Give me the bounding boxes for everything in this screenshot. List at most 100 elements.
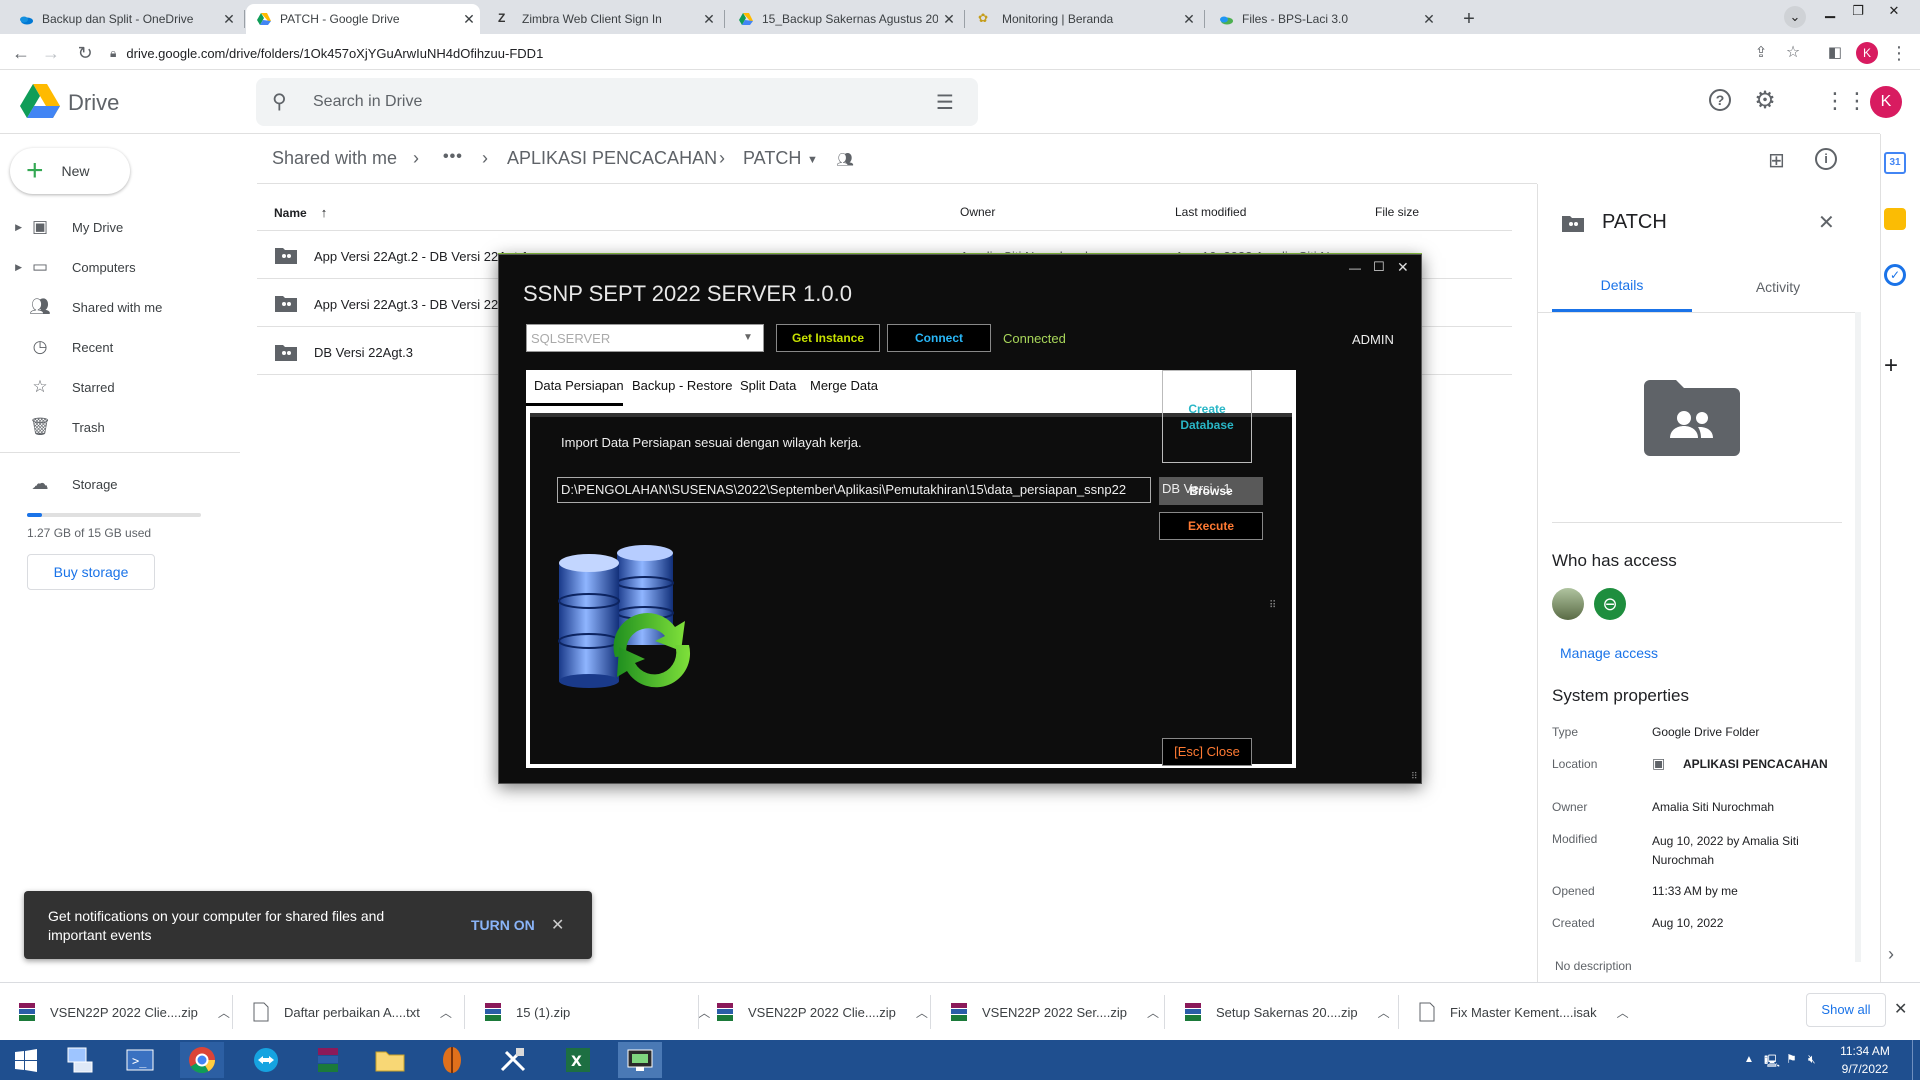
- clock-time[interactable]: 11:34 AM: [1830, 1044, 1900, 1058]
- column-header-owner[interactable]: Owner: [960, 205, 995, 219]
- app-minimize-button[interactable]: —: [1349, 261, 1361, 275]
- apps-grid-icon[interactable]: ⋮⋮: [1824, 88, 1868, 114]
- bookmark-star-icon[interactable]: ☆: [1782, 42, 1804, 64]
- chevron-up-icon[interactable]: ︿: [916, 1004, 928, 1021]
- download-item[interactable]: Fix Master Kement....isak ︿: [1418, 995, 1629, 1029]
- path-input[interactable]: D:\PENGOLAHAN\SUSENAS\2022\September\Apl…: [557, 477, 1151, 503]
- ssnp-app-icon[interactable]: [618, 1042, 662, 1078]
- chevron-up-icon[interactable]: ︿: [440, 1004, 452, 1021]
- keep-icon[interactable]: [1884, 208, 1906, 230]
- search-options-icon[interactable]: ☰: [936, 90, 954, 115]
- download-item[interactable]: VSEN22P 2022 Clie....zip ︿: [716, 995, 928, 1029]
- chevron-up-icon[interactable]: ︿: [1378, 1004, 1390, 1021]
- close-icon[interactable]: ✕: [938, 11, 960, 28]
- side-panel-icon[interactable]: ◧: [1824, 42, 1846, 64]
- download-item[interactable]: VSEN22P 2022 Clie....zip ︿: [18, 995, 230, 1029]
- close-details-icon[interactable]: ✕: [1818, 210, 1835, 235]
- close-icon[interactable]: ✕: [1178, 11, 1200, 28]
- manage-access-link[interactable]: Manage access: [1560, 645, 1658, 661]
- expand-caret-icon[interactable]: ▶: [0, 222, 28, 233]
- chevron-up-icon[interactable]: ︿: [218, 1004, 230, 1021]
- app-maximize-button[interactable]: ☐: [1373, 259, 1385, 275]
- download-item[interactable]: 15 (1).zip ︿: [484, 995, 710, 1029]
- tools-icon[interactable]: [492, 1042, 536, 1078]
- browser-tab-laci[interactable]: Files - BPS-Laci 3.0 ✕: [1208, 4, 1440, 34]
- help-icon[interactable]: ?: [1709, 89, 1731, 111]
- winrar-icon[interactable]: [306, 1042, 350, 1078]
- link-icon[interactable]: ⊖: [1594, 588, 1626, 620]
- new-button[interactable]: + New: [10, 148, 130, 194]
- share-icon[interactable]: ⇪: [1750, 42, 1772, 64]
- download-item[interactable]: VSEN22P 2022 Ser....zip ︿: [950, 995, 1159, 1029]
- show-desktop-button[interactable]: [1912, 1040, 1920, 1080]
- calendar-icon[interactable]: 31: [1884, 152, 1906, 174]
- minimize-button[interactable]: ▁: [1820, 2, 1840, 20]
- close-icon[interactable]: ✕: [1418, 11, 1440, 28]
- info-icon[interactable]: i: [1815, 148, 1837, 170]
- turn-on-button[interactable]: TURN ON: [471, 917, 535, 933]
- sidebar-item-storage[interactable]: ☁ Storage: [0, 464, 240, 504]
- column-header-size[interactable]: File size: [1375, 205, 1419, 219]
- settings-gear-icon[interactable]: ⚙: [1752, 88, 1778, 114]
- reload-icon[interactable]: ↻: [74, 42, 96, 64]
- sidebar-item-starred[interactable]: ☆ Starred: [0, 367, 240, 407]
- network-computer-icon[interactable]: [58, 1042, 102, 1078]
- excel-icon[interactable]: X: [556, 1042, 600, 1078]
- chrome-icon[interactable]: [180, 1042, 224, 1078]
- sidebar-item-trash[interactable]: 🗑︎ Trash: [0, 407, 240, 447]
- expand-caret-icon[interactable]: ▶: [0, 262, 28, 273]
- chevron-up-icon[interactable]: ︿: [1147, 1004, 1159, 1021]
- execute-button[interactable]: Execute: [1159, 512, 1263, 540]
- close-icon[interactable]: ✕: [218, 11, 240, 28]
- grid-view-icon[interactable]: ⊞: [1768, 148, 1785, 173]
- breadcrumb-more[interactable]: •••: [443, 148, 463, 166]
- file-explorer-icon[interactable]: [368, 1042, 412, 1078]
- clock-date[interactable]: 9/7/2022: [1830, 1062, 1900, 1076]
- close-icon[interactable]: ✕: [551, 915, 564, 935]
- tab-activity[interactable]: Activity: [1708, 279, 1848, 295]
- new-tab-button[interactable]: +: [1456, 6, 1482, 32]
- browser-tab-onedrive[interactable]: Backup dan Split - OneDrive ✕: [8, 4, 240, 34]
- buy-storage-button[interactable]: Buy storage: [27, 554, 155, 590]
- cocoa-app-icon[interactable]: [430, 1042, 474, 1078]
- network-tray-icon[interactable]: 🖳︎: [1764, 1052, 1780, 1073]
- prop-value[interactable]: APLIKASI PENCACAHAN: [1683, 757, 1828, 771]
- sidebar-item-recent[interactable]: ◷ Recent: [0, 327, 240, 367]
- column-header-modified[interactable]: Last modified: [1175, 205, 1246, 219]
- browser-tab-drive[interactable]: PATCH - Google Drive ✕: [246, 4, 480, 34]
- show-all-button[interactable]: Show all: [1806, 993, 1886, 1027]
- tab-details[interactable]: Details: [1552, 277, 1692, 293]
- download-item[interactable]: Daftar perbaikan A....txt ︿: [252, 995, 452, 1029]
- close-icon[interactable]: ✕: [698, 11, 720, 28]
- owner-avatar[interactable]: [1552, 588, 1584, 620]
- browser-tab-monitoring[interactable]: ✿ Monitoring | Beranda ✕: [968, 4, 1200, 34]
- flag-tray-icon[interactable]: ⚑: [1786, 1052, 1797, 1066]
- address-bar[interactable]: 🔒︎ drive.google.com/drive/folders/1Ok457…: [110, 40, 1800, 66]
- search-input[interactable]: Search in Drive: [313, 93, 422, 111]
- add-addon-icon[interactable]: +: [1884, 352, 1898, 380]
- user-avatar[interactable]: K: [1870, 86, 1902, 118]
- details-scrollbar[interactable]: [1855, 312, 1861, 962]
- volume-muted-icon[interactable]: 🔇︎: [1808, 1052, 1816, 1067]
- tab-merge-data[interactable]: Merge Data: [810, 378, 878, 393]
- close-icon[interactable]: ✕: [458, 11, 480, 28]
- tab-backup-restore[interactable]: Backup - Restore: [632, 378, 732, 393]
- tasks-icon[interactable]: ✓: [1884, 264, 1906, 286]
- download-item[interactable]: Setup Sakernas 20....zip ︿: [1184, 995, 1390, 1029]
- connect-button[interactable]: Connect: [887, 324, 991, 352]
- search-icon[interactable]: ⚲: [272, 89, 287, 114]
- resize-grip-icon[interactable]: ⠿: [1411, 771, 1418, 782]
- tray-expand-icon[interactable]: ▲: [1744, 1054, 1754, 1065]
- chevron-up-icon[interactable]: ︿: [1617, 1004, 1629, 1021]
- forward-arrow-icon[interactable]: →: [40, 42, 62, 64]
- google-drive-logo[interactable]: [20, 84, 60, 118]
- sidebar-item-computers[interactable]: ▶ ▭ Computers: [0, 247, 240, 287]
- chevron-up-icon[interactable]: ︿: [698, 1004, 710, 1021]
- create-database-button[interactable]: Create Database: [1162, 370, 1252, 463]
- sidebar-item-my-drive[interactable]: ▶ ▣ My Drive: [0, 207, 240, 247]
- close-app-button[interactable]: [Esc] Close: [1162, 738, 1252, 766]
- windows-start-icon[interactable]: [4, 1042, 48, 1078]
- tab-split-data[interactable]: Split Data: [740, 378, 796, 393]
- back-arrow-icon[interactable]: ←: [10, 42, 32, 64]
- breadcrumb-current[interactable]: PATCH: [743, 148, 801, 169]
